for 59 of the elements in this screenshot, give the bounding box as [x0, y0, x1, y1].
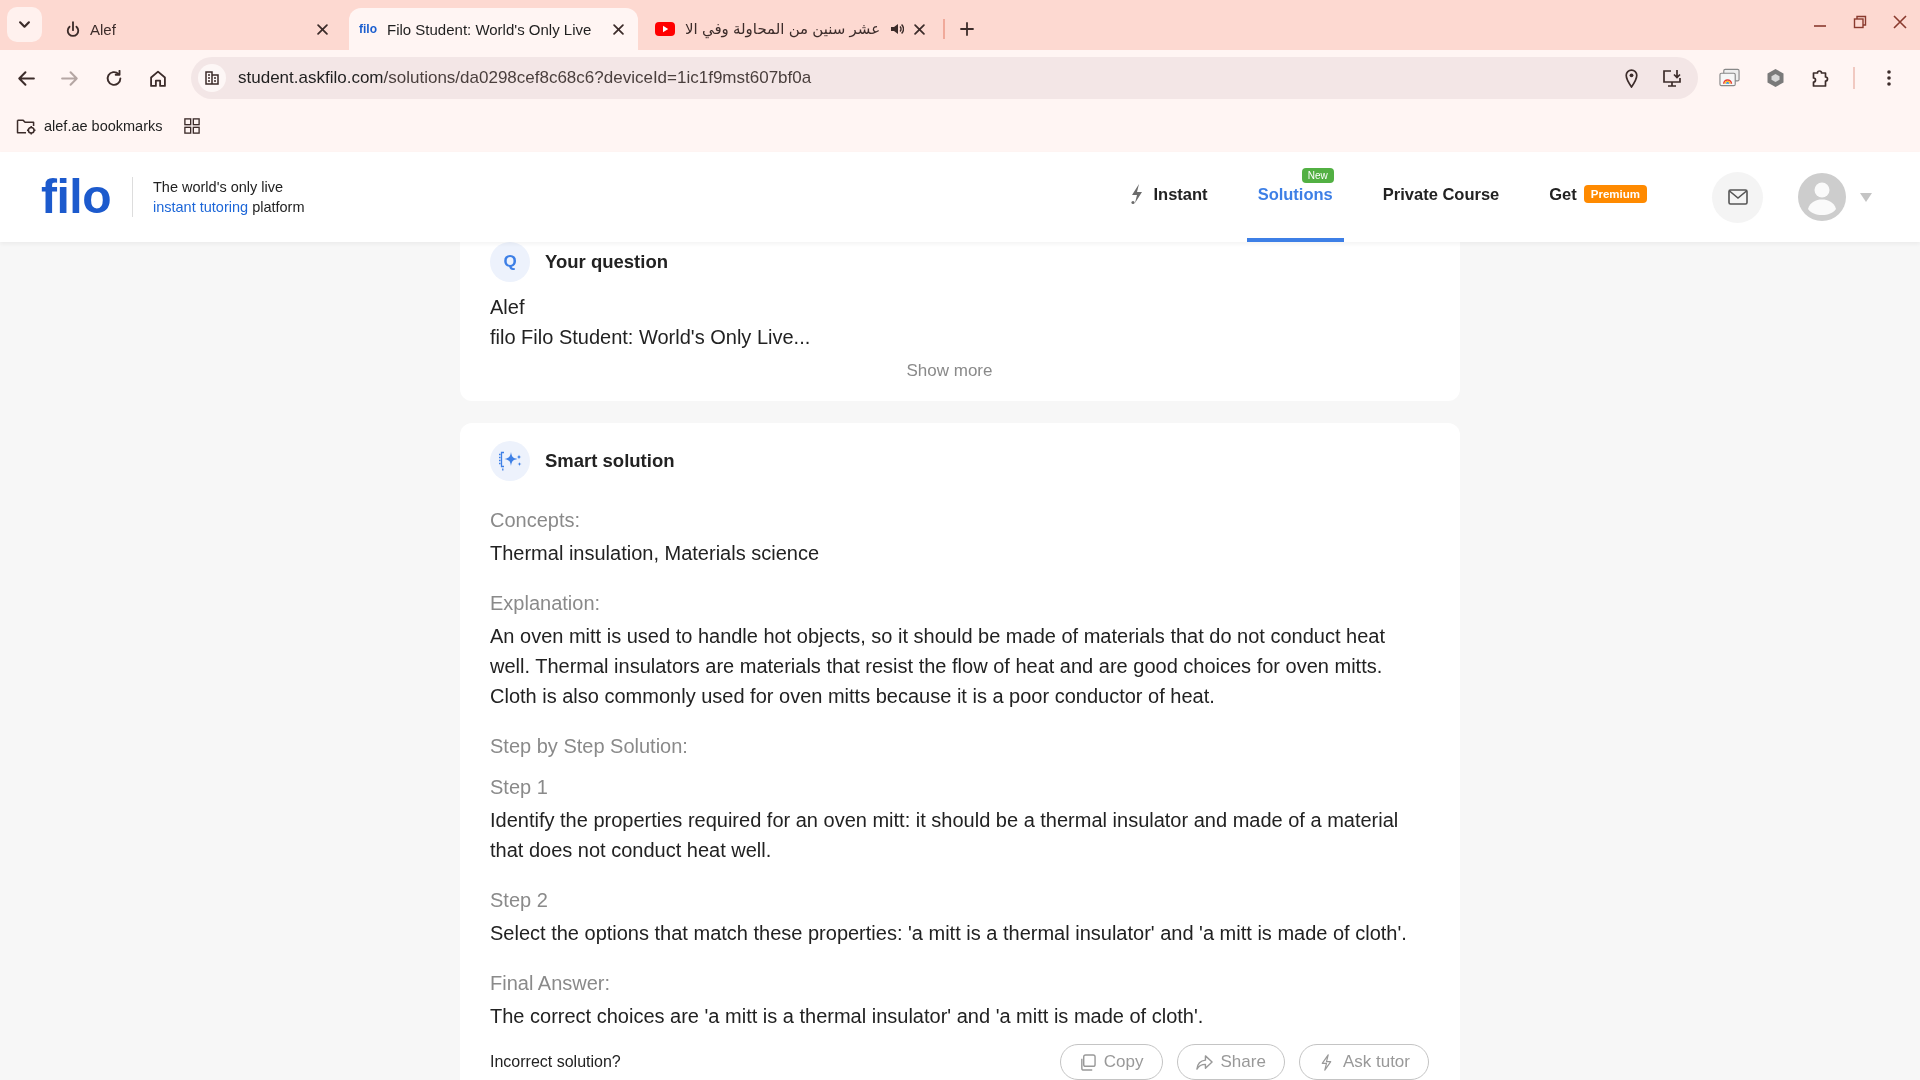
play-icon [655, 22, 675, 36]
menu-icon[interactable] [1887, 70, 1891, 86]
close-icon[interactable] [317, 23, 328, 35]
close-icon[interactable] [914, 23, 926, 35]
monitor-download-icon[interactable] [1662, 68, 1682, 88]
folder-icon [16, 117, 37, 135]
grid-icon[interactable] [184, 118, 201, 134]
bolt-icon [1129, 183, 1144, 205]
restore-icon[interactable] [1853, 15, 1867, 29]
step-heading: Step 1 [490, 775, 549, 800]
browser-tab[interactable]: Alef [53, 8, 342, 50]
section-heading: Final Answer: [490, 971, 612, 996]
question-marker: Q [490, 242, 530, 282]
screens-icon[interactable] [1719, 68, 1740, 88]
section-text: The correct choices are 'a mitt is a thermal insulator' and 'a mitt is made of cloth'. [490, 1004, 1205, 1029]
minimize-icon[interactable] [1813, 25, 1827, 27]
premium-badge: Premium [1583, 185, 1647, 203]
power-icon [66, 21, 80, 37]
bookmark-folder[interactable]: alef.ae bookmarks [16, 106, 169, 146]
question-text: filo Filo Student: World's Only Live... [490, 325, 812, 350]
section-text: An oven mitt is used to handle hot objects, so it should be made of materials that do not conduct heat well. Thermal insulators are materials that resist the flow of heat and are good choices for oven mitts. Cloth is also commonly used for oven mitts because it is a poor conductor of heat. [490, 624, 1386, 709]
step-text: Identify the properties required for an oven mitt: it should be a thermal insulator and made of a material that does not conduct heat well. [490, 808, 1400, 863]
show-more-link[interactable]: Show more [906, 359, 993, 383]
sparkle-icon [490, 441, 530, 481]
feedback-prompt: Incorrect solution? [490, 1053, 621, 1071]
section-text: Thermal insulation, Materials science [490, 541, 821, 566]
card-title: Smart solution [545, 450, 675, 472]
nav-badge: New [1301, 168, 1334, 183]
step-text: Select the options that match these properties: 'a mitt is a thermal insulator' and 'a mitt is made of cloth'. [490, 921, 1408, 946]
tagline: The world's only live instant tutoring platform [153, 178, 305, 217]
share-icon [1195, 1053, 1213, 1071]
browser-tab[interactable]: عشر سنين من المحاولة وفي الا [645, 8, 940, 50]
address-bar[interactable]: student.askfilo.com/solutions/da0298cef8c68c6?deviceId=1ic1f9mst607bf0a [191, 57, 1698, 99]
nav-tab[interactable]: Instant [1118, 152, 1219, 242]
envelope-icon [1727, 189, 1748, 205]
home-icon[interactable] [149, 69, 167, 87]
close-icon[interactable] [613, 23, 624, 35]
section-heading: Concepts: [490, 508, 582, 533]
nav-tab[interactable]: Get Premium [1538, 152, 1658, 242]
filo-logo[interactable]: filo [41, 173, 111, 221]
favicon-text: filo [359, 22, 377, 36]
nav-tab[interactable]: Private Course [1371, 152, 1511, 242]
site-info-icon[interactable] [198, 64, 226, 92]
speaker-icon[interactable] [890, 23, 905, 35]
step-heading: Step 2 [490, 888, 549, 913]
copy-icon [1078, 1053, 1096, 1071]
tab-list-button[interactable] [7, 7, 42, 42]
card-title: Your question [545, 251, 668, 273]
back-arrow-icon[interactable] [17, 69, 35, 87]
hexagon-icon[interactable] [1765, 68, 1786, 88]
question-text: Alef [490, 295, 526, 320]
section-heading: Explanation: [490, 591, 602, 616]
map-pin-icon[interactable] [1625, 68, 1638, 88]
close-icon[interactable] [1893, 15, 1907, 29]
section-heading: Step by Step Solution: [490, 734, 689, 759]
reload-icon[interactable] [105, 69, 123, 87]
plus-icon[interactable] [960, 22, 975, 36]
caret-down-icon [19, 21, 30, 28]
browser-tab[interactable]: filo Filo Student: World's Only Live [349, 8, 638, 50]
